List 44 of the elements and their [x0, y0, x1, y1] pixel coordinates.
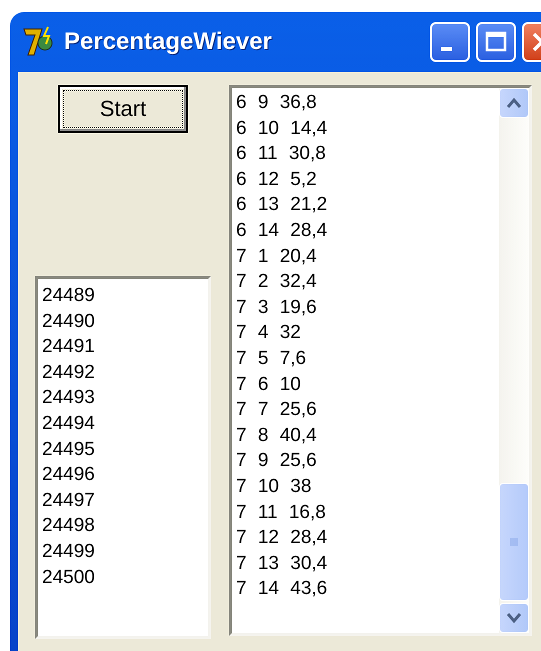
list-item[interactable]: 24490: [42, 308, 204, 334]
list-item[interactable]: 6 12 5,2: [236, 166, 495, 192]
list-item[interactable]: 7 6 10: [236, 372, 495, 398]
list-item[interactable]: 24492: [42, 360, 204, 386]
scroll-thumb[interactable]: [499, 483, 529, 601]
list-item[interactable]: 7 11 16,8: [236, 500, 495, 526]
scrollbar[interactable]: [499, 88, 529, 633]
list-item[interactable]: 7 5 7,6: [236, 346, 495, 372]
start-button[interactable]: Start: [58, 85, 188, 133]
list-item[interactable]: 7 9 25,6: [236, 448, 495, 474]
list-item[interactable]: 24491: [42, 334, 204, 360]
list-item[interactable]: 7 4 32: [236, 320, 495, 346]
list-item[interactable]: 24493: [42, 385, 204, 411]
scroll-up-button[interactable]: [499, 88, 529, 118]
list-item[interactable]: 24494: [42, 410, 204, 437]
list-item[interactable]: 6 14 28,4: [236, 218, 495, 244]
list-item[interactable]: 6 11 30,8: [236, 141, 495, 167]
list-item[interactable]: 7 10 38: [236, 474, 495, 500]
list-item[interactable]: 24500: [42, 564, 204, 590]
caret-down-icon: [506, 612, 522, 624]
list-item[interactable]: 6 9 36,8: [236, 90, 495, 116]
list-item[interactable]: 24495: [42, 436, 204, 462]
list-item[interactable]: 6 13 21,2: [236, 192, 495, 218]
caret-up-icon: [506, 97, 522, 109]
minimize-icon: [440, 46, 452, 52]
list-item[interactable]: 24499: [42, 538, 204, 565]
list-item[interactable]: 7 13 30,4: [236, 550, 495, 576]
list-item[interactable]: 7 14 43,6: [236, 576, 495, 602]
list-item[interactable]: 7 12 28,4: [236, 525, 495, 551]
list-item[interactable]: 24498: [42, 513, 204, 539]
list-item[interactable]: 7 2 32,4: [236, 269, 495, 295]
grip-icon: [509, 537, 519, 547]
list-item[interactable]: 7 1 20,4: [236, 244, 495, 270]
list-item[interactable]: 24489: [42, 283, 204, 309]
list-item[interactable]: 6 10 14,4: [236, 116, 495, 142]
list-item[interactable]: 7 8 40,4: [236, 422, 495, 448]
list-item[interactable]: 24497: [42, 488, 204, 514]
minimize-button[interactable]: [430, 22, 470, 62]
list-item[interactable]: 24496: [42, 462, 204, 488]
maximize-button[interactable]: [476, 22, 516, 62]
list-item[interactable]: 7 7 25,6: [236, 397, 495, 423]
window-title: PercentageWiever: [64, 28, 273, 56]
scroll-down-button[interactable]: [499, 603, 529, 633]
list-item[interactable]: 7 3 19,6: [236, 294, 495, 320]
